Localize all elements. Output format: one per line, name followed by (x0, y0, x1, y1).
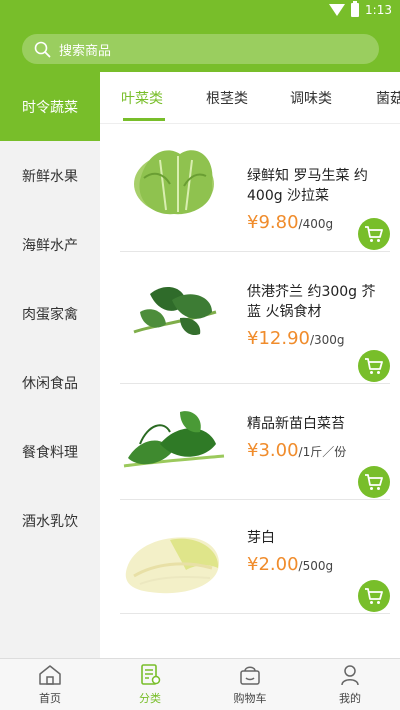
product-price: ¥12.90/300g (247, 328, 345, 349)
sidebar-item-label: 肉蛋家禽 (22, 306, 78, 323)
tab-mushrooms[interactable]: 菌菇 (376, 72, 400, 123)
product-image[interactable] (120, 520, 228, 600)
nav-cart[interactable]: 购物车 (200, 659, 300, 710)
product-image[interactable] (120, 272, 228, 352)
cart-icon (365, 358, 383, 374)
sidebar-item-fresh-fruit[interactable]: 新鲜水果 (0, 141, 100, 210)
tab-seasonings[interactable]: 调味类 (290, 72, 332, 123)
home-icon (39, 664, 61, 685)
product-name[interactable]: 供港芥兰 约300g 芥蓝 火锅食材 (247, 282, 389, 322)
product-name[interactable]: 精品新苗白菜苔 (247, 414, 389, 434)
user-icon (341, 664, 359, 685)
sidebar-item-label: 时令蔬菜 (22, 99, 78, 116)
nav-label: 分类 (139, 691, 161, 705)
nav-home[interactable]: 首页 (0, 659, 100, 710)
cart-icon (365, 226, 383, 242)
status-bar: 1:13 (0, 0, 400, 24)
bottom-nav: 首页 分类 购物车 我的 (0, 658, 400, 710)
wifi-icon (329, 4, 346, 16)
product-image[interactable] (120, 140, 228, 220)
nav-label: 我的 (339, 691, 361, 705)
add-to-cart-button[interactable] (358, 350, 390, 382)
product-list: 绿鲜知 罗马生菜 约400g 沙拉菜 ¥9.80/400g 供港芥兰 约300g… (100, 124, 400, 658)
product-price: ¥2.00/500g (247, 554, 334, 575)
product-card[interactable]: 精品新苗白菜苔 ¥3.00/1斤／份 (120, 404, 390, 500)
add-to-cart-button[interactable] (358, 580, 390, 612)
sidebar-item-label: 海鲜水产 (22, 237, 78, 254)
nav-label: 购物车 (233, 691, 267, 705)
sidebar-item-label: 休闲食品 (22, 375, 78, 392)
product-price: ¥3.00/1斤／份 (247, 440, 347, 461)
sidebar-item-prepared-meals[interactable]: 餐食料理 (0, 417, 100, 486)
search-bar[interactable]: 搜索商品 (22, 34, 379, 64)
nav-category[interactable]: 分类 (100, 659, 200, 710)
sidebar-item-label: 新鲜水果 (22, 168, 78, 185)
product-price: ¥9.80/400g (247, 212, 334, 233)
sidebar-item-drinks-dairy[interactable]: 酒水乳饮 (0, 486, 100, 555)
sidebar-item-snacks[interactable]: 休闲食品 (0, 348, 100, 417)
sidebar-item-seasonal-vegetables[interactable]: 时令蔬菜 (0, 72, 100, 141)
tab-leafy-vegetables[interactable]: 叶菜类 (121, 72, 163, 123)
add-to-cart-button[interactable] (358, 466, 390, 498)
product-image[interactable] (120, 404, 228, 484)
sidebar-item-label: 餐食料理 (22, 444, 78, 461)
product-card[interactable]: 绿鲜知 罗马生菜 约400g 沙拉菜 ¥9.80/400g (120, 140, 390, 252)
category-sidebar: 时令蔬菜 新鲜水果 海鲜水产 肉蛋家禽 休闲食品 餐食料理 酒水乳饮 (0, 72, 100, 658)
subcategory-tabs: 叶菜类 根茎类 调味类 菌菇 (100, 72, 400, 124)
cart-icon (365, 474, 383, 490)
sidebar-item-meat-eggs-poultry[interactable]: 肉蛋家禽 (0, 279, 100, 348)
cart-icon (365, 588, 383, 604)
status-time: 1:13 (365, 3, 392, 17)
product-card[interactable]: 芽白 ¥2.00/500g (120, 520, 390, 614)
search-icon (34, 41, 51, 58)
product-card[interactable]: 供港芥兰 约300g 芥蓝 火锅食材 ¥12.90/300g (120, 272, 390, 384)
nav-label: 首页 (39, 691, 61, 705)
shopping-basket-icon (240, 666, 260, 685)
product-name[interactable]: 绿鲜知 罗马生菜 约400g 沙拉菜 (247, 166, 389, 206)
product-name[interactable]: 芽白 (247, 528, 389, 548)
nav-profile[interactable]: 我的 (300, 659, 400, 710)
active-tab-indicator (123, 118, 165, 121)
app-header: 1:13 搜索商品 (0, 0, 400, 72)
battery-icon (351, 1, 360, 17)
search-input-placeholder[interactable]: 搜索商品 (59, 40, 111, 59)
add-to-cart-button[interactable] (358, 218, 390, 250)
sidebar-item-seafood[interactable]: 海鲜水产 (0, 210, 100, 279)
tab-root-vegetables[interactable]: 根茎类 (206, 72, 248, 123)
category-icon (141, 663, 161, 685)
sidebar-item-label: 酒水乳饮 (22, 513, 78, 530)
